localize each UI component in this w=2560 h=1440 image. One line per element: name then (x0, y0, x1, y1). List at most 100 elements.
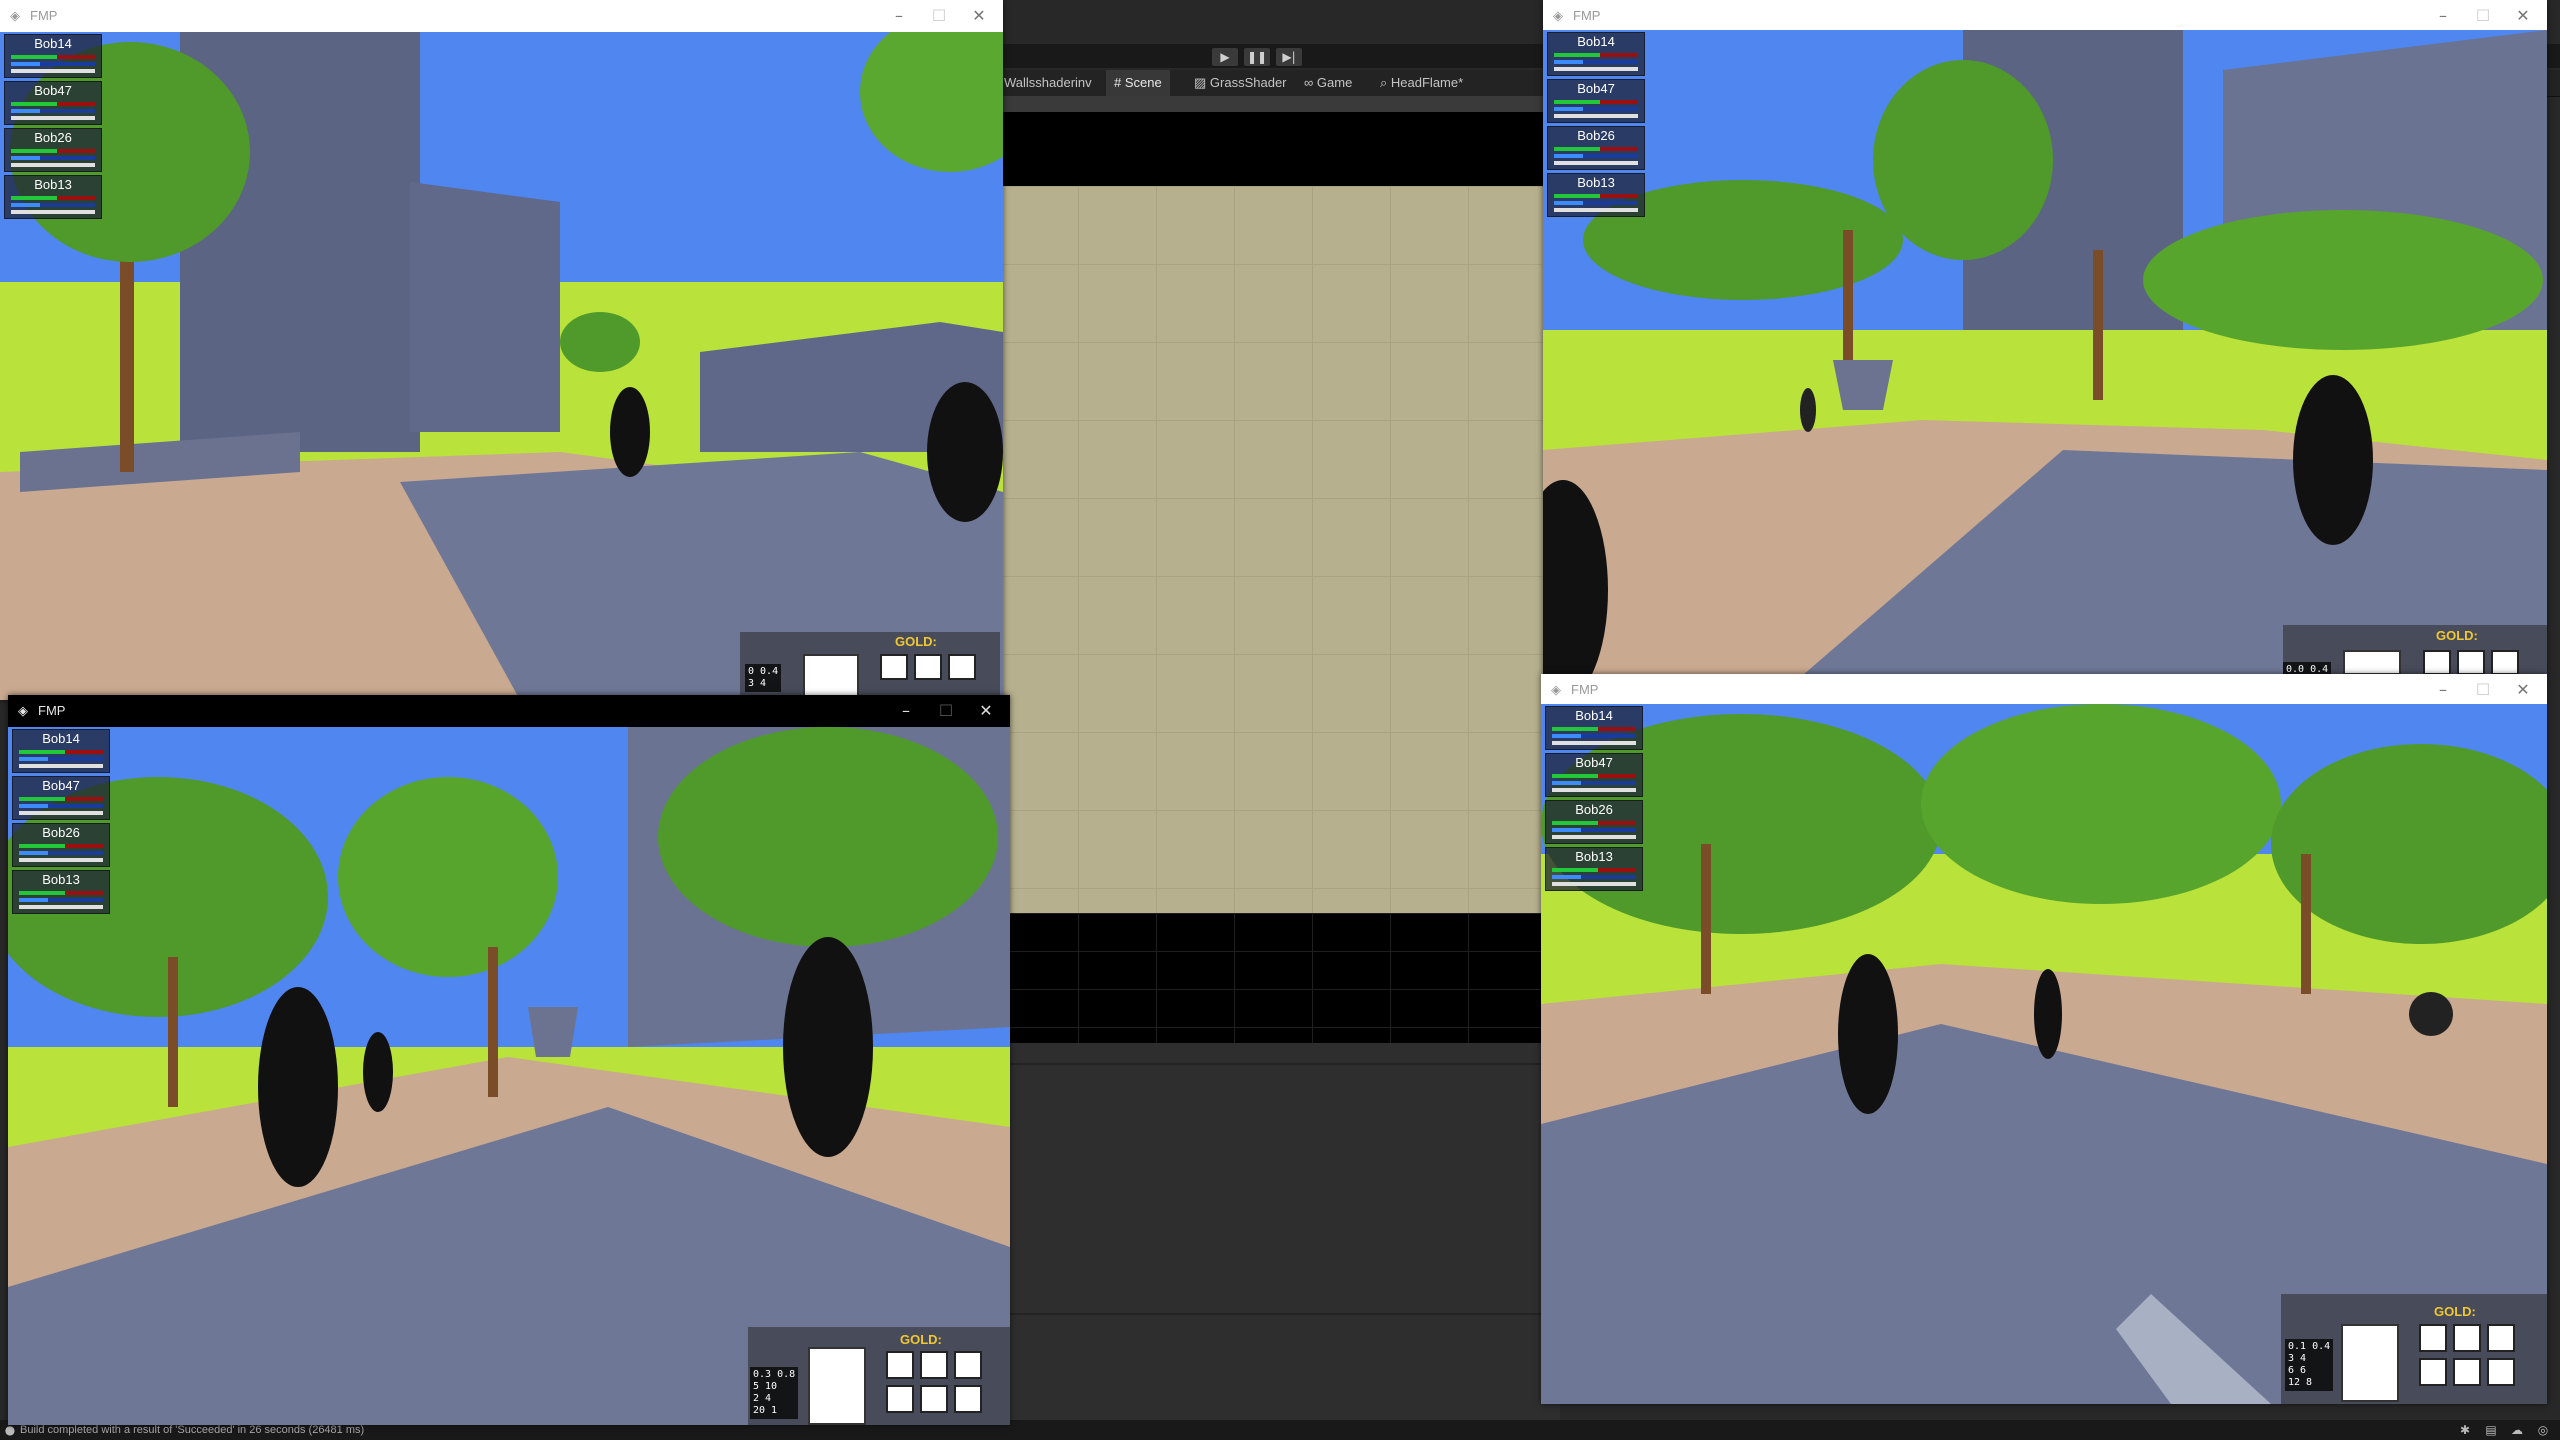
close-button[interactable]: ✕ (2505, 4, 2541, 28)
health-fill (11, 196, 58, 200)
inventory-slot[interactable] (2423, 650, 2451, 675)
party-member-card[interactable]: Bob26 (1545, 800, 1643, 844)
settings-icon[interactable]: ◎ (2536, 1423, 2550, 1437)
inventory-slot[interactable] (954, 1351, 982, 1379)
xp-bar (19, 858, 103, 862)
party-member-card[interactable]: Bob47 (4, 81, 102, 125)
party-member-card[interactable]: Bob14 (12, 729, 110, 773)
mana-fill (1552, 875, 1582, 879)
tab-game[interactable]: ∞ Game (1296, 70, 1360, 96)
inventory-slot[interactable] (2419, 1358, 2447, 1386)
shader-icon: ⌕ (1380, 75, 1388, 90)
game-viewport[interactable]: Bob14 Bob47 Bob26 Bob13 0.1 0.4 3 4 6 6 … (1541, 704, 2547, 1404)
party-member-card[interactable]: Bob13 (4, 175, 102, 219)
window-titlebar[interactable]: ◈ FMP – ☐ ✕ (1543, 0, 2547, 30)
minimize-button[interactable]: – (881, 4, 917, 28)
inventory-slot[interactable] (954, 1385, 982, 1413)
play-button[interactable]: ▶ (1212, 48, 1238, 66)
inventory-slot[interactable] (2453, 1324, 2481, 1352)
party-member-card[interactable]: Bob47 (12, 776, 110, 820)
stat-row: 5 10 (753, 1381, 778, 1392)
party-member-card[interactable]: Bob26 (4, 128, 102, 172)
close-button[interactable]: ✕ (968, 699, 1004, 723)
party-member-card[interactable]: Bob47 (1545, 753, 1643, 797)
enemy-silhouette (783, 937, 873, 1157)
bug-icon[interactable]: ✱ (2458, 1423, 2472, 1437)
party-member-card[interactable]: Bob13 (1545, 847, 1643, 891)
equipped-item-slot[interactable] (808, 1347, 866, 1425)
party-panel: Bob14 Bob47 Bob26 Bob13 (12, 729, 110, 917)
cloud-icon[interactable]: ☁ (2510, 1423, 2524, 1437)
inventory-slot[interactable] (886, 1385, 914, 1413)
stone-shrine (528, 1007, 578, 1057)
health-fill (1552, 774, 1599, 778)
inventory-slot[interactable] (2419, 1324, 2447, 1352)
game-scene (8, 727, 1010, 1425)
maximize-button[interactable]: ☐ (2465, 678, 2501, 702)
window-titlebar[interactable]: ◈ FMP – ☐ ✕ (0, 0, 1003, 32)
party-panel: Bob14 Bob47 Bob26 Bob13 (1545, 706, 1643, 894)
party-member-card[interactable]: Bob14 (4, 34, 102, 78)
inventory-slot[interactable] (886, 1351, 914, 1379)
party-member-name: Bob26 (34, 130, 72, 145)
scene-view-canvas[interactable] (1000, 186, 1560, 913)
inventory-slot[interactable] (2453, 1358, 2481, 1386)
health-bar (19, 750, 103, 754)
inventory-slot[interactable] (2487, 1324, 2515, 1352)
inventory-slot[interactable] (2491, 650, 2519, 675)
minimize-button[interactable]: – (2425, 678, 2461, 702)
party-member-card[interactable]: Bob13 (1547, 173, 1645, 217)
inventory-slot[interactable] (920, 1351, 948, 1379)
health-bar (19, 797, 103, 801)
xp-bar (1552, 788, 1636, 792)
window-titlebar[interactable]: ◈ FMP – ☐ ✕ (1541, 674, 2547, 704)
health-fill (11, 149, 58, 153)
party-member-name: Bob13 (34, 177, 72, 192)
maximize-button[interactable]: ☐ (2465, 4, 2501, 28)
maximize-button[interactable]: ☐ (928, 699, 964, 723)
inventory-slot[interactable] (914, 654, 942, 680)
pause-button[interactable]: ❚❚ (1244, 48, 1270, 66)
game-viewport[interactable]: Bob14 Bob47 Bob26 Bob13 0.0 0.4 GOLD: (1543, 30, 2547, 675)
party-member-card[interactable]: Bob47 (1547, 79, 1645, 123)
window-titlebar[interactable]: ◈ FMP – ☐ ✕ (8, 695, 1010, 727)
tab-scene[interactable]: # Scene (1106, 70, 1170, 96)
close-button[interactable]: ✕ (2505, 678, 2541, 702)
equipped-item-slot[interactable] (2343, 650, 2401, 675)
game-viewport[interactable]: Bob14 Bob47 Bob26 Bob13 0 0.4 3 4 GOLD: (0, 32, 1003, 700)
maximize-button[interactable]: ☐ (921, 4, 957, 28)
party-member-card[interactable]: Bob13 (12, 870, 110, 914)
tab-wallsshaderinv[interactable]: Wallsshaderinv (996, 70, 1100, 96)
window-title: FMP (30, 8, 58, 23)
unity-logo-icon: ◈ (10, 9, 20, 24)
tab-grassshader[interactable]: ▨ GrassShader (1186, 70, 1295, 96)
party-member-card[interactable]: Bob26 (1547, 126, 1645, 170)
party-member-card[interactable]: Bob14 (1545, 706, 1643, 750)
party-panel: Bob14 Bob47 Bob26 Bob13 (4, 34, 102, 222)
party-member-name: Bob26 (1577, 128, 1615, 143)
minimize-button[interactable]: – (888, 699, 924, 723)
tab-headflame[interactable]: ⌕ HeadFlame* (1372, 70, 1471, 96)
close-button[interactable]: ✕ (961, 4, 997, 28)
minimize-button[interactable]: – (2425, 4, 2461, 28)
game-window: ◈ FMP – ☐ ✕ Bob14 Bob47 Bob26 Bob13 0.0 … (1543, 0, 2547, 675)
game-scene (1543, 30, 2547, 675)
game-viewport[interactable]: Bob14 Bob47 Bob26 Bob13 0.3 0.8 5 10 2 4… (8, 727, 1010, 1425)
party-member-card[interactable]: Bob26 (12, 823, 110, 867)
layers-icon[interactable]: ▤ (2484, 1423, 2498, 1437)
unity-logo-icon: ◈ (1551, 683, 1561, 698)
party-member-card[interactable]: Bob14 (1547, 32, 1645, 76)
tree-trunk (2093, 250, 2103, 400)
equipped-item-slot[interactable] (803, 654, 859, 700)
inventory-slot[interactable] (948, 654, 976, 680)
health-fill (1554, 53, 1601, 57)
inventory-slot[interactable] (2457, 650, 2485, 675)
mana-fill (1552, 734, 1582, 738)
inventory-slot[interactable] (920, 1385, 948, 1413)
step-button[interactable]: ▶| (1276, 48, 1302, 66)
inventory-slot[interactable] (2487, 1358, 2515, 1386)
stats-panel: 0 0.4 3 4 (745, 664, 782, 692)
inventory-slot[interactable] (880, 654, 908, 680)
equipped-item-slot[interactable] (2341, 1324, 2399, 1402)
window-title: FMP (1571, 682, 1599, 697)
